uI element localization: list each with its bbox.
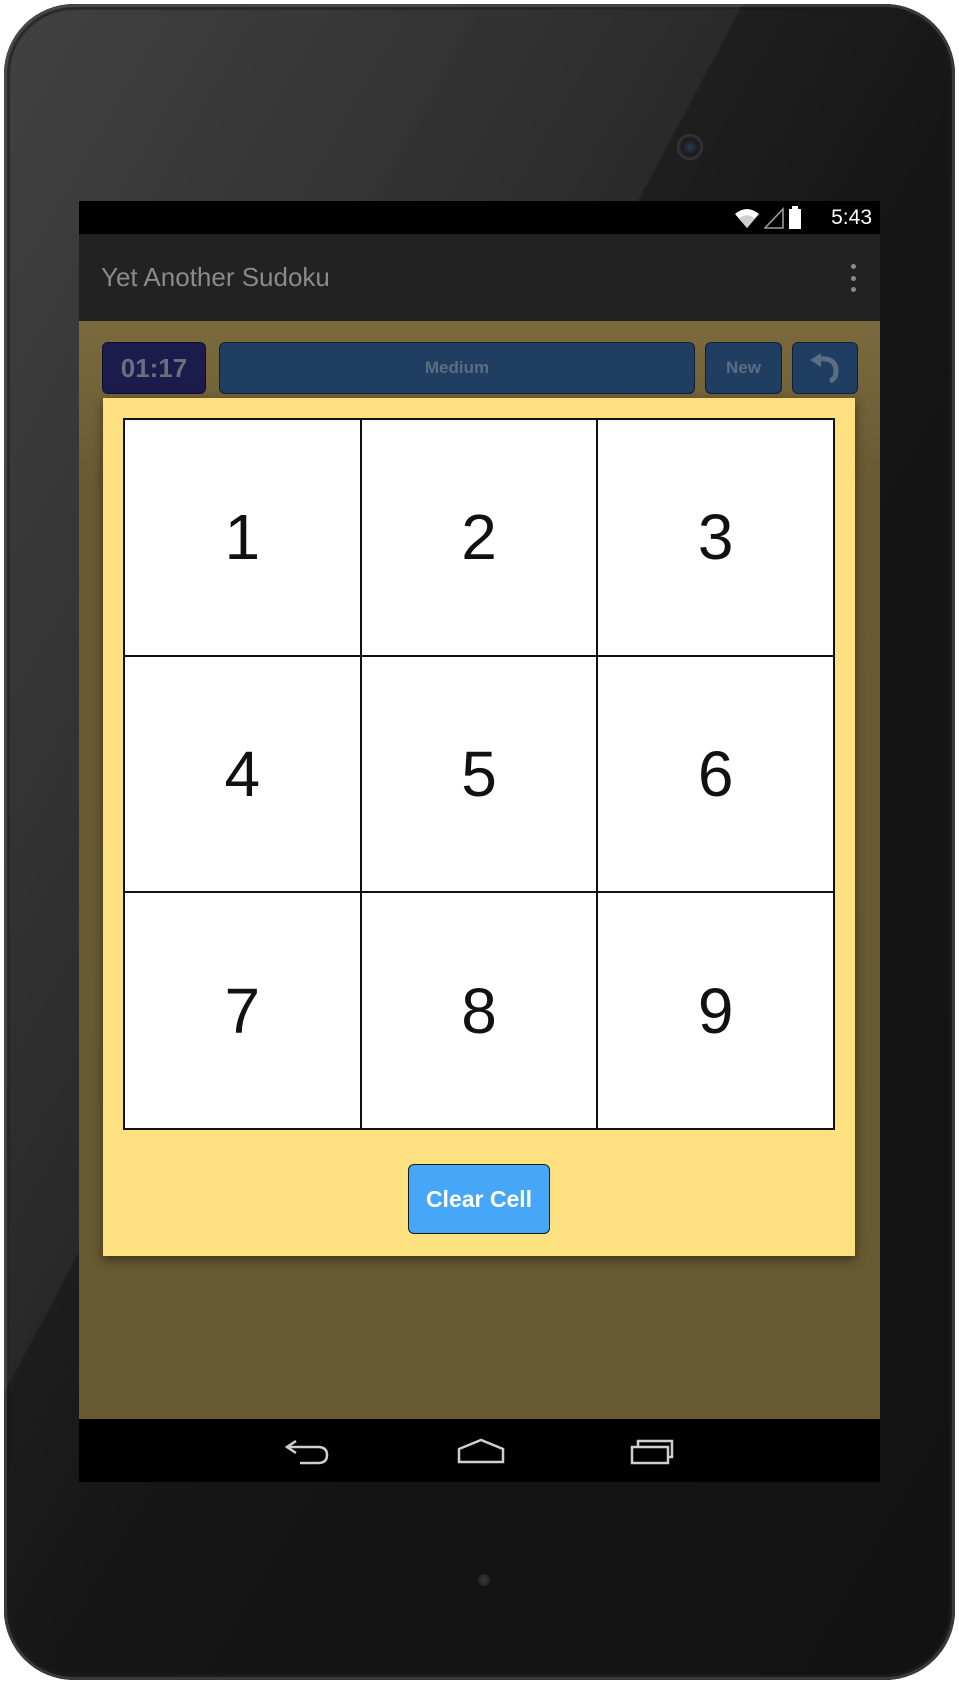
wifi-icon: [735, 209, 759, 228]
microphone: [478, 1574, 490, 1586]
navigation-bar: [79, 1419, 880, 1482]
back-button[interactable]: [277, 1431, 337, 1471]
recent-apps-icon: [630, 1439, 674, 1465]
home-icon: [457, 1438, 505, 1464]
number-grid: 1 2 3 4 5 6 7 8 9: [123, 418, 835, 1130]
number-button-7[interactable]: 7: [125, 893, 360, 1128]
overflow-menu-icon[interactable]: [848, 264, 858, 292]
number-button-1[interactable]: 1: [125, 420, 360, 655]
status-bar: 5:43: [79, 201, 880, 234]
front-camera: [677, 134, 703, 160]
number-button-3[interactable]: 3: [598, 420, 833, 655]
game-toolbar: 01:17 Medium New: [79, 321, 880, 401]
difficulty-button[interactable]: Medium: [219, 342, 695, 394]
number-picker-dialog: 1 2 3 4 5 6 7 8 9 Clear Cell: [103, 398, 855, 1256]
device-screen: 5:43 Yet Another Sudoku 01:17 Medium New…: [79, 201, 880, 1482]
app-title: Yet Another Sudoku: [101, 262, 330, 292]
undo-icon: [810, 353, 839, 383]
number-button-6[interactable]: 6: [598, 656, 833, 892]
number-button-4[interactable]: 4: [125, 656, 360, 892]
battery-icon: [789, 206, 801, 229]
cell-signal-icon: [764, 207, 784, 229]
recent-apps-button[interactable]: [622, 1431, 682, 1471]
clear-cell-button[interactable]: Clear Cell: [408, 1164, 550, 1234]
new-game-button[interactable]: New: [705, 342, 782, 394]
home-button[interactable]: [451, 1431, 511, 1471]
game-area: 01:17 Medium New 1 2 3 4 5 6 7 8 9 Clear…: [79, 321, 880, 1419]
timer-display: 01:17: [102, 342, 206, 394]
action-bar: Yet Another Sudoku: [79, 234, 880, 321]
status-time: 5:43: [831, 206, 872, 229]
number-button-5[interactable]: 5: [361, 656, 597, 892]
number-button-2[interactable]: 2: [361, 420, 597, 655]
back-icon: [284, 1439, 329, 1465]
undo-button[interactable]: [792, 342, 858, 394]
number-button-9[interactable]: 9: [598, 893, 833, 1128]
number-button-8[interactable]: 8: [361, 893, 597, 1128]
status-icons: [734, 206, 802, 230]
